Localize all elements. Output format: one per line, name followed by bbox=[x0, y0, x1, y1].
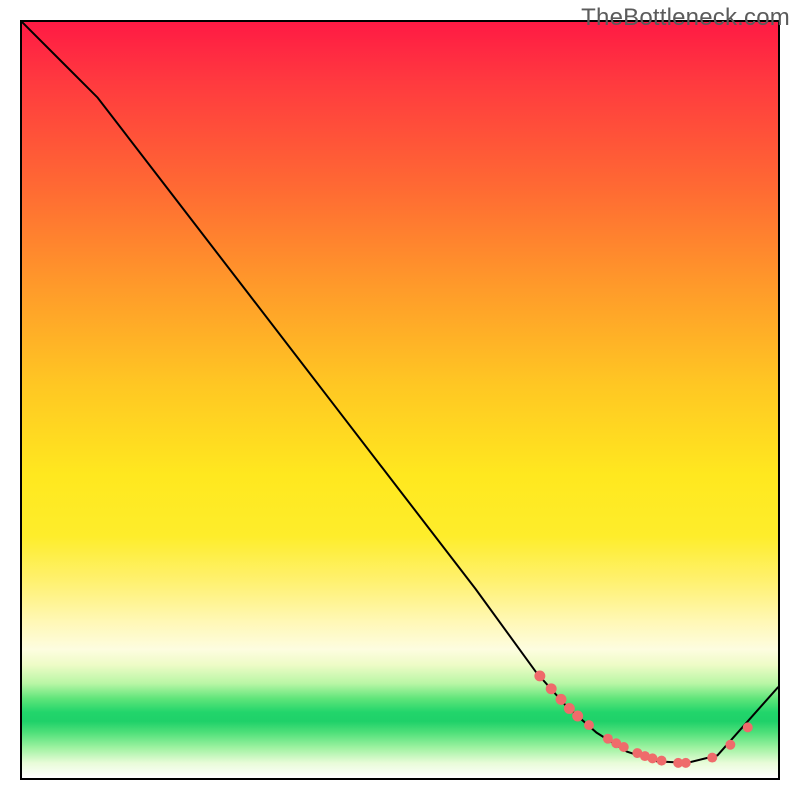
plot-area bbox=[20, 20, 780, 780]
marker-dot bbox=[584, 720, 594, 730]
marker-dot bbox=[725, 740, 735, 750]
marker-dot bbox=[619, 742, 629, 752]
marker-dot bbox=[572, 711, 583, 722]
marker-dot bbox=[564, 703, 575, 714]
curve-layer bbox=[22, 22, 778, 778]
marker-dot bbox=[657, 756, 667, 766]
marker-dot bbox=[681, 758, 691, 768]
bottleneck-curve bbox=[22, 22, 778, 763]
marker-dot bbox=[743, 722, 753, 732]
marker-dot bbox=[648, 753, 658, 763]
chart-stage: TheBottleneck.com bbox=[0, 0, 800, 800]
marker-dot bbox=[546, 683, 557, 694]
marker-dot bbox=[556, 694, 567, 705]
marker-dot bbox=[534, 670, 545, 681]
watermark-label: TheBottleneck.com bbox=[581, 4, 790, 32]
marker-dot bbox=[707, 753, 717, 763]
